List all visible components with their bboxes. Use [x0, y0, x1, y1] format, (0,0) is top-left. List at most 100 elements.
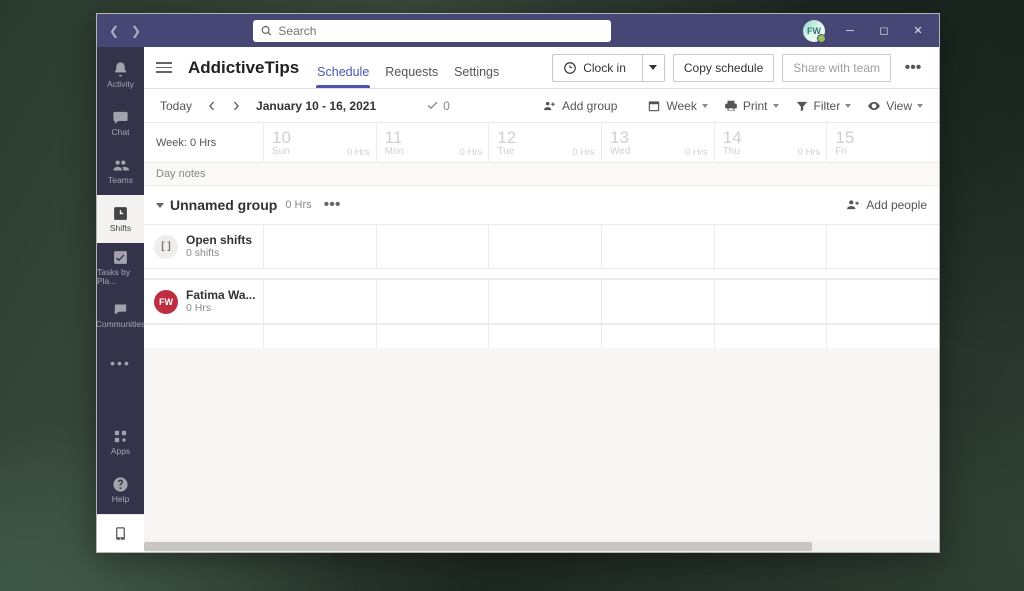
row-title[interactable]: Fatima Wa... [186, 288, 256, 302]
communities-icon [112, 301, 129, 318]
shift-cell[interactable] [376, 225, 489, 268]
tab-settings[interactable]: Settings [454, 65, 499, 88]
person-avatar[interactable]: FW [154, 290, 178, 314]
prev-week-button[interactable] [204, 99, 220, 113]
shift-cell[interactable] [826, 225, 939, 268]
rail-item-help[interactable]: Help [97, 466, 144, 514]
shift-cell[interactable] [714, 280, 827, 323]
group-header-row: Unnamed group 0 Hrs ••• Add people [144, 186, 939, 224]
rail-item-communities[interactable]: Communities [97, 291, 144, 339]
tab-schedule[interactable]: Schedule [317, 65, 369, 88]
shift-cell[interactable] [714, 325, 827, 348]
day-col-thu[interactable]: 14Thu0 Hrs [714, 123, 827, 162]
horizontal-scrollbar[interactable] [144, 541, 939, 552]
search-input[interactable] [278, 24, 603, 38]
row-subtitle: 0 Hrs [186, 302, 256, 315]
titlebar: ❮ ❯ FW ─ ◻ ✕ [97, 14, 939, 47]
group-hours: 0 Hrs [285, 199, 311, 211]
week-day-header: Week: 0 Hrs 10Sun0 Hrs 11Mon0 Hrs 12Tue0… [144, 123, 939, 163]
view-button[interactable]: View [863, 96, 927, 116]
group-collapse-toggle[interactable] [156, 203, 164, 208]
clock-in-button[interactable]: Clock in [552, 54, 665, 82]
day-col-mon[interactable]: 11Mon0 Hrs [376, 123, 489, 162]
copy-schedule-label: Copy schedule [684, 61, 763, 75]
shift-cell[interactable] [263, 225, 376, 268]
header-more-button[interactable]: ••• [899, 54, 927, 82]
shift-cell[interactable] [488, 325, 601, 348]
help-icon [112, 476, 129, 493]
date-range-picker[interactable]: January 10 - 16, 2021 [252, 96, 388, 116]
shift-cell[interactable] [376, 280, 489, 323]
rail-item-apps[interactable]: Apps [97, 418, 144, 466]
rail-item-activity[interactable]: Activity [97, 51, 144, 99]
pending-count: 0 [443, 99, 450, 113]
shift-cell[interactable] [826, 325, 939, 348]
row-subtitle: 0 shifts [186, 247, 252, 260]
search-icon [261, 25, 272, 37]
rail-label: Tasks by Pla... [97, 268, 144, 285]
group-name[interactable]: Unnamed group [170, 197, 277, 213]
shift-cell[interactable] [263, 280, 376, 323]
search-box[interactable] [253, 20, 611, 42]
scrollbar-thumb[interactable] [144, 542, 812, 551]
avatar[interactable]: FW [803, 20, 825, 42]
today-button[interactable]: Today [156, 96, 196, 116]
group-more-button[interactable]: ••• [320, 194, 345, 216]
bell-icon [112, 61, 129, 78]
phone-icon [113, 526, 128, 541]
close-button[interactable]: ✕ [901, 14, 935, 47]
day-col-wed[interactable]: 13Wed0 Hrs [601, 123, 714, 162]
minimize-button[interactable]: ─ [833, 14, 867, 47]
shifts-icon [112, 205, 129, 222]
shift-cell[interactable] [488, 280, 601, 323]
range-label: Week [666, 99, 696, 113]
shift-cell[interactable] [376, 325, 489, 348]
row-title[interactable]: Open shifts [186, 233, 252, 247]
chevron-down-icon [845, 104, 851, 108]
empty-row [144, 324, 939, 348]
open-shifts-icon: [ ] [154, 235, 178, 259]
shift-cell[interactable] [263, 325, 376, 348]
tab-requests[interactable]: Requests [385, 65, 438, 88]
history-nav: ❮ ❯ [107, 24, 143, 38]
shift-cell[interactable] [601, 225, 714, 268]
add-people-button[interactable]: Add people [846, 198, 927, 212]
copy-schedule-button[interactable]: Copy schedule [673, 54, 774, 82]
day-col-fri[interactable]: 15Fri [826, 123, 939, 162]
clock-in-caret[interactable] [642, 55, 664, 81]
rail-item-mobile[interactable] [97, 514, 144, 552]
chat-icon [112, 109, 129, 126]
next-week-button[interactable] [228, 99, 244, 113]
pending-requests[interactable]: 0 [422, 96, 454, 116]
shift-cell[interactable] [488, 225, 601, 268]
rail-item-chat[interactable]: Chat [97, 99, 144, 147]
view-label: View [886, 99, 912, 113]
shift-cell[interactable] [714, 225, 827, 268]
open-shifts-row: [ ] Open shifts 0 shifts [144, 224, 939, 269]
rail-item-tasks[interactable]: Tasks by Pla... [97, 243, 144, 291]
rail-item-teams[interactable]: Teams [97, 147, 144, 195]
shift-cell[interactable] [601, 325, 714, 348]
shift-cell[interactable] [826, 280, 939, 323]
row-divider [144, 269, 939, 279]
range-picker[interactable]: Week [643, 96, 711, 116]
filter-icon [795, 99, 809, 113]
back-button[interactable]: ❮ [107, 24, 121, 38]
day-col-sun[interactable]: 10Sun0 Hrs [263, 123, 376, 162]
shift-cell[interactable] [601, 280, 714, 323]
forward-button[interactable]: ❯ [129, 24, 143, 38]
rail-item-shifts[interactable]: Shifts [97, 195, 144, 243]
filter-button[interactable]: Filter [791, 96, 856, 116]
share-with-team-button: Share with team [782, 54, 891, 82]
share-label: Share with team [793, 61, 880, 75]
add-group-button[interactable]: Add group [539, 96, 621, 116]
day-notes-row[interactable]: Day notes [144, 163, 939, 186]
tasks-icon [112, 249, 129, 266]
day-col-tue[interactable]: 12Tue0 Hrs [488, 123, 601, 162]
avatar-initials: FW [807, 26, 821, 36]
rail-item-more[interactable]: ••• [97, 339, 144, 387]
hamburger-menu[interactable] [156, 62, 172, 73]
week-summary: Week: 0 Hrs [144, 123, 263, 162]
print-button[interactable]: Print [720, 96, 783, 116]
maximize-button[interactable]: ◻ [867, 14, 901, 47]
